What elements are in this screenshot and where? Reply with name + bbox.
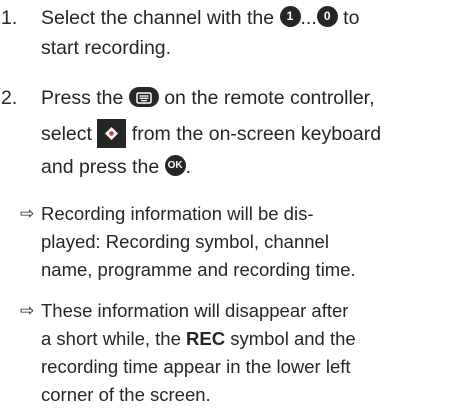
result-text-line: recording time appear in the lower left: [41, 356, 351, 377]
result-text-line: played: Recording symbol, channel: [41, 231, 329, 252]
arrow-right-icon: ⇨: [20, 204, 35, 223]
result-text-line: corner of the screen.: [41, 384, 211, 405]
result-text-line: These information will disappear after: [41, 300, 349, 321]
step-text-line: start recording.: [41, 37, 172, 59]
result-text-line: name, programme and recording time.: [41, 259, 356, 280]
keyboard-icon: [128, 86, 159, 107]
step-text: .: [185, 156, 192, 178]
step-text: to: [337, 7, 360, 29]
number-key-0-icon: 0: [316, 6, 338, 28]
result-2: ⇨ These information will disappear after…: [0, 297, 463, 411]
step-text-line: select from the on-screen keyboard: [41, 119, 381, 149]
step-text: Press the: [41, 87, 129, 109]
step-text: Select the channel with the: [41, 7, 280, 29]
ok-button-icon: OK: [164, 155, 186, 177]
number-key-1-icon: 1: [279, 6, 301, 28]
rec-label: REC: [186, 328, 226, 349]
result-1: ⇨ Recording information will be dis- pla…: [0, 200, 463, 286]
result-text-line: a short while, the REC symbol and the: [41, 325, 356, 353]
result-text-line: Recording information will be dis-: [41, 203, 314, 224]
result-text: a short while, the: [41, 328, 186, 349]
step-text-line: Press the on the remote controller,: [41, 83, 375, 113]
instruction-page: 1. Select the channel with the 1... 0 to …: [0, 0, 463, 413]
step-1: 1. Select the channel with the 1... 0 to …: [0, 0, 463, 66]
step-number: 1.: [1, 7, 18, 29]
step-text: from the on-screen keyboard: [126, 123, 382, 145]
arrow-right-icon: ⇨: [20, 301, 35, 320]
step-text: select: [41, 123, 98, 145]
step-text-line: and press the OK.: [41, 152, 191, 182]
record-diamond-icon: [97, 119, 127, 149]
result-text: symbol and the: [225, 328, 356, 349]
ellipsis: ...: [300, 7, 317, 29]
step-text: and press the: [41, 156, 165, 178]
step-2: 2. Press the on the remote controller, s…: [0, 83, 463, 183]
step-text-line: Select the channel with the 1... 0 to: [41, 3, 359, 33]
step-number: 2.: [1, 87, 18, 109]
step-text: on the remote controller,: [158, 87, 375, 109]
